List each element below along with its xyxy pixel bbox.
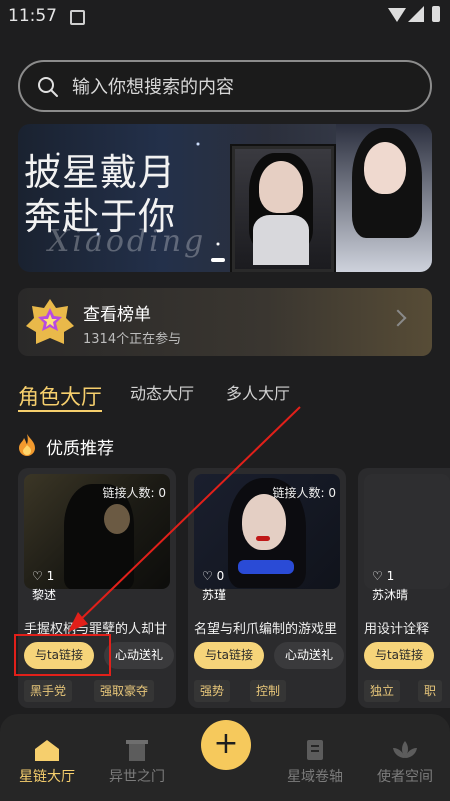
nav-star-hall[interactable]: 星链大厅 <box>2 714 92 801</box>
create-button[interactable]: + <box>201 720 251 770</box>
nav-label: 星域卷轴 <box>287 769 343 785</box>
nav-label: 星链大厅 <box>19 769 75 785</box>
home-icon <box>35 740 59 761</box>
lotus-icon <box>393 741 417 758</box>
annotation-arrow <box>68 406 301 632</box>
nav-envoy-space[interactable]: 使者空间 <box>360 714 450 801</box>
nav-star-scroll[interactable]: 星域卷轴 <box>270 714 360 801</box>
gate-icon <box>126 740 148 761</box>
nav-other-world-gate[interactable]: 异世之门 <box>92 714 182 801</box>
nav-label: 使者空间 <box>377 769 433 785</box>
scroll-icon <box>307 740 323 760</box>
nav-label: 异世之门 <box>109 769 165 785</box>
